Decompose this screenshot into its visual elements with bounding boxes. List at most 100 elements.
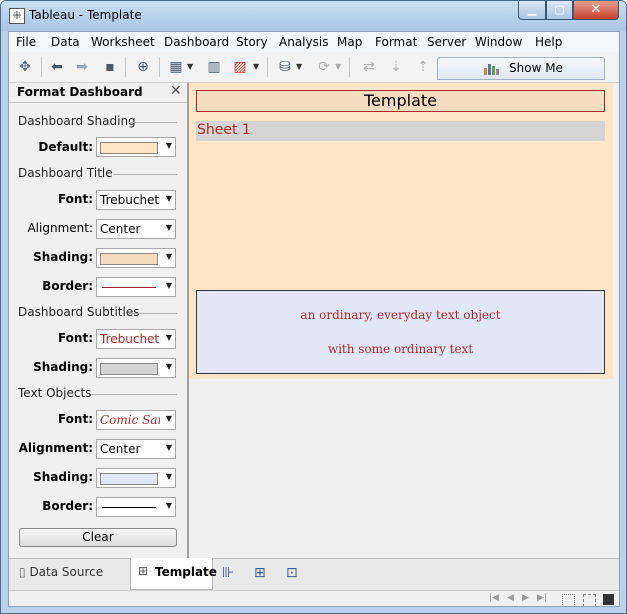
menu-dashboard[interactable]: Dashboard bbox=[164, 35, 229, 49]
dashboard-shading-picker[interactable]: ▼ bbox=[96, 137, 176, 157]
text-alignment-dropdown[interactable]: Center ▼ bbox=[96, 439, 176, 459]
sort-ascending-icon[interactable]: ⇣ bbox=[387, 58, 405, 76]
menu-data[interactable]: Data bbox=[51, 35, 80, 49]
title-border-picker[interactable]: ▼ bbox=[96, 277, 176, 297]
save-icon[interactable]: ▪ bbox=[101, 58, 119, 76]
section-dashboard-shading: Dashboard Shading bbox=[18, 114, 136, 128]
subtitle-font-value: Trebuchet MS bbox=[100, 332, 160, 346]
text-shading-picker[interactable]: ▼ bbox=[96, 468, 176, 488]
dashboard[interactable]: Template Sheet 1 an ordinary, everyday t… bbox=[189, 83, 613, 379]
title-bar[interactable]: ⁜ Tableau - Template ▁ ▢ ✕ bbox=[1, 1, 626, 31]
chevron-down-icon: ▼ bbox=[165, 281, 172, 290]
bar-chart-icon bbox=[484, 64, 499, 75]
app-window: ⁜ Tableau - Template ▁ ▢ ✕ File Data Wor… bbox=[0, 0, 627, 614]
undo-icon[interactable]: ⬅ bbox=[48, 58, 66, 76]
toolbar-separator bbox=[41, 57, 42, 77]
chevron-down-icon[interactable]: ▼ bbox=[253, 58, 259, 76]
section-text-objects: Text Objects bbox=[18, 386, 92, 400]
next-sheet-icon[interactable]: ▶ bbox=[522, 593, 529, 603]
swap-icon[interactable]: ⇄ bbox=[360, 58, 378, 76]
show-tabs-icon[interactable] bbox=[603, 594, 614, 605]
tableau-logo-icon[interactable]: ✥ bbox=[16, 58, 34, 76]
title-alignment-value: Center bbox=[100, 222, 141, 236]
tab-template[interactable]: ⊞ Template bbox=[130, 558, 217, 590]
chevron-down-icon[interactable]: ▼ bbox=[296, 58, 302, 76]
subtitle-shading-picker[interactable]: ▼ bbox=[96, 358, 176, 378]
tab-template-label: Template bbox=[155, 565, 217, 579]
chevron-down-icon: ▼ bbox=[165, 252, 172, 261]
color-swatch bbox=[100, 253, 158, 265]
duplicate-sheet-icon[interactable]: ▥ bbox=[205, 58, 223, 76]
chevron-down-icon: ▼ bbox=[165, 141, 172, 150]
menu-bar: File Data Worksheet Dashboard Story Anal… bbox=[9, 32, 619, 52]
tab-data-source-label: Data Source bbox=[29, 565, 104, 579]
toolbar-separator bbox=[267, 57, 268, 77]
app-client-area: File Data Worksheet Dashboard Story Anal… bbox=[8, 31, 620, 607]
show-me-button[interactable]: Show Me bbox=[437, 57, 605, 80]
dashboard-title[interactable]: Template bbox=[196, 90, 605, 112]
alignment-label: Alignment: bbox=[27, 221, 93, 235]
title-shading-picker[interactable]: ▼ bbox=[96, 248, 176, 268]
toolbar-separator bbox=[159, 57, 160, 77]
sort-descending-icon[interactable]: ⇡ bbox=[414, 58, 432, 76]
border-line-sample bbox=[102, 507, 156, 508]
close-window-button[interactable]: ✕ bbox=[573, 1, 619, 20]
panel-title: Format Dashboard bbox=[17, 85, 143, 99]
font-label: Font: bbox=[57, 331, 93, 345]
menu-file[interactable]: File bbox=[16, 35, 36, 49]
previous-sheet-icon[interactable]: ◀ bbox=[507, 593, 514, 603]
title-font-dropdown[interactable]: Trebuchet MS ▼ bbox=[96, 190, 176, 210]
close-icon[interactable]: ✕ bbox=[170, 83, 182, 99]
minimize-button[interactable]: ▁ bbox=[518, 1, 546, 20]
show-sheet-sorter-icon[interactable] bbox=[562, 594, 575, 606]
clear-sheet-icon[interactable]: ▨ bbox=[231, 58, 249, 76]
border-label: Border: bbox=[42, 279, 93, 293]
menu-help[interactable]: Help bbox=[535, 35, 562, 49]
tableau-app-icon: ⁜ bbox=[9, 8, 25, 24]
new-worksheet-icon[interactable]: ▦ bbox=[167, 58, 185, 76]
status-bar: |◀ ◀ ▶ ▶| bbox=[9, 590, 619, 606]
menu-story[interactable]: Story bbox=[236, 35, 268, 49]
pause-updates-icon[interactable]: ⛁ bbox=[276, 58, 294, 76]
sheet-title[interactable]: Sheet 1 bbox=[196, 121, 605, 141]
dashboard-icon: ⊞ bbox=[138, 564, 149, 578]
new-story-tab-icon[interactable]: ⊡ bbox=[286, 565, 298, 581]
chevron-down-icon[interactable]: ▼ bbox=[187, 58, 193, 76]
first-sheet-icon[interactable]: |◀ bbox=[489, 593, 499, 603]
last-sheet-icon[interactable]: ▶| bbox=[537, 593, 547, 603]
title-alignment-dropdown[interactable]: Center ▼ bbox=[96, 219, 176, 239]
shading-label: Shading: bbox=[33, 250, 93, 264]
text-object[interactable]: an ordinary, everyday text object with s… bbox=[196, 290, 605, 374]
show-filmstrip-icon[interactable] bbox=[583, 594, 596, 606]
maximize-button[interactable]: ▢ bbox=[546, 1, 573, 20]
menu-window[interactable]: Window bbox=[475, 35, 522, 49]
text-font-value: Comic Sans MS bbox=[100, 413, 160, 427]
subtitle-font-dropdown[interactable]: Trebuchet MS ▼ bbox=[96, 329, 176, 349]
refresh-icon[interactable]: ⟳ bbox=[315, 58, 333, 76]
chevron-down-icon: ▼ bbox=[165, 362, 172, 371]
text-object-line: an ordinary, everyday text object bbox=[300, 308, 501, 322]
chevron-down-icon: ▼ bbox=[165, 443, 172, 452]
default-label: Default: bbox=[38, 140, 93, 154]
tab-data-source[interactable]: ▯ Data Source bbox=[19, 565, 103, 579]
new-dashboard-tab-icon[interactable]: ⊞ bbox=[254, 565, 266, 581]
color-swatch bbox=[100, 473, 158, 485]
database-icon: ▯ bbox=[19, 565, 26, 579]
menu-map[interactable]: Map bbox=[337, 35, 362, 49]
border-label: Border: bbox=[42, 499, 93, 513]
menu-worksheet[interactable]: Worksheet bbox=[91, 35, 155, 49]
text-border-picker[interactable]: ▼ bbox=[96, 497, 176, 517]
text-font-dropdown[interactable]: Comic Sans MS ▼ bbox=[96, 410, 176, 430]
menu-format[interactable]: Format bbox=[375, 35, 417, 49]
chevron-down-icon[interactable]: ▼ bbox=[335, 58, 341, 76]
shading-label: Shading: bbox=[33, 470, 93, 484]
text-object-line: with some ordinary text bbox=[327, 342, 474, 356]
new-worksheet-tab-icon[interactable]: ⊪ bbox=[222, 565, 234, 581]
new-data-source-icon[interactable]: ⊕ bbox=[134, 58, 152, 76]
menu-analysis[interactable]: Analysis bbox=[279, 35, 328, 49]
clear-button[interactable]: Clear bbox=[19, 528, 177, 547]
menu-server[interactable]: Server bbox=[427, 35, 466, 49]
section-dashboard-title: Dashboard Title bbox=[18, 166, 113, 180]
divider bbox=[91, 394, 177, 395]
redo-icon[interactable]: ➡ bbox=[73, 58, 91, 76]
